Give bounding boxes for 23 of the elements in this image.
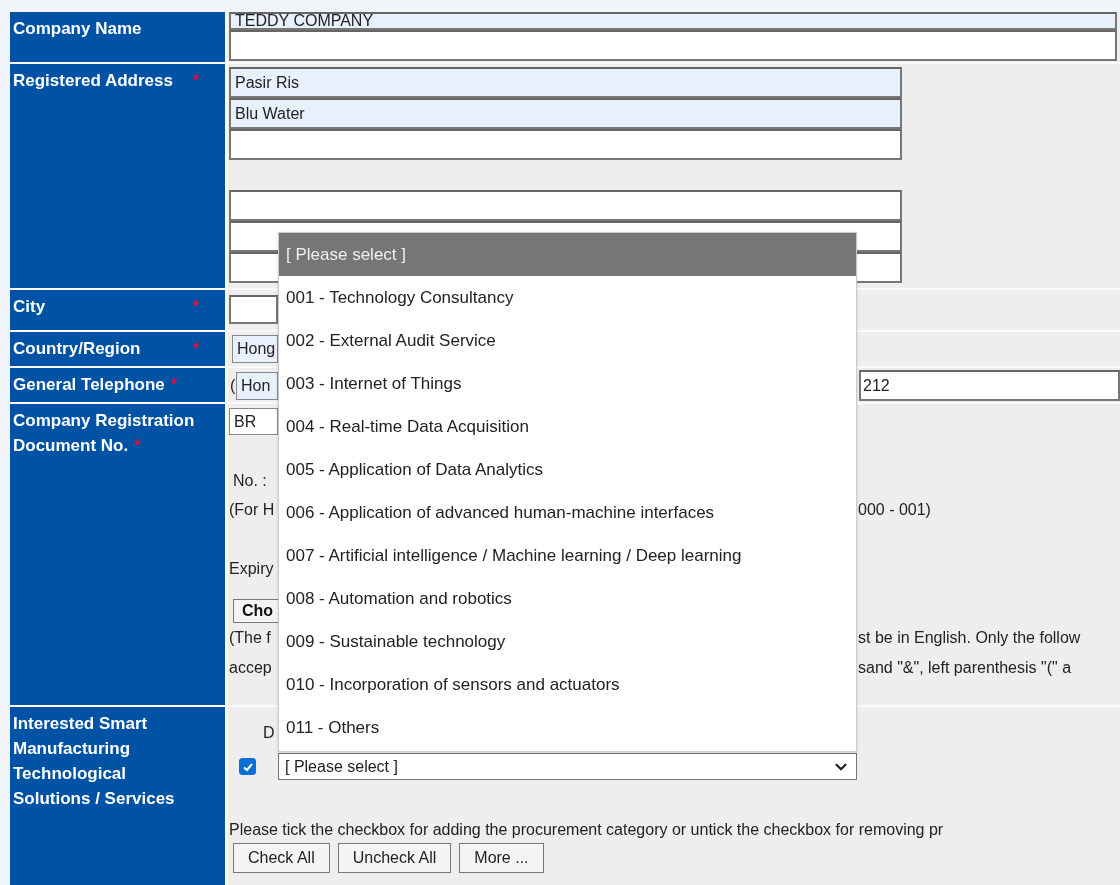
field-label: Company Registration Document No. * [13, 410, 196, 457]
required-mark: * [192, 339, 199, 359]
required-mark: * [170, 376, 177, 393]
required-mark: * [192, 297, 199, 317]
field-label: Registered Address [13, 70, 173, 92]
bracket-text: ( [230, 375, 236, 396]
expiry-label: Expiry [229, 559, 274, 579]
field-label: Country/Region [13, 338, 141, 360]
required-mark: * [192, 71, 199, 91]
number-label: No. : [233, 471, 267, 491]
upload-note: (The f [229, 628, 272, 648]
field-label: Company Name [13, 18, 142, 40]
format-note: (For H [229, 500, 276, 520]
upload-note: sand "&", left parenthesis "(" a [858, 658, 1073, 678]
field-label: Interested Smart Manufacturing Technological Solutions / Services [13, 713, 175, 810]
hint-text: Please tick the checkbox for adding the procurement category or untick the checkbox for removing pr [229, 820, 944, 840]
upload-note: st be in English. Only the follow [858, 628, 1082, 648]
field-label: General Telephone * [13, 374, 177, 396]
column-label: D [263, 723, 275, 743]
field-label: City [13, 296, 46, 318]
upload-note: accep [229, 658, 273, 678]
required-mark: * [134, 437, 141, 454]
format-note: 000 - 001) [858, 500, 932, 520]
